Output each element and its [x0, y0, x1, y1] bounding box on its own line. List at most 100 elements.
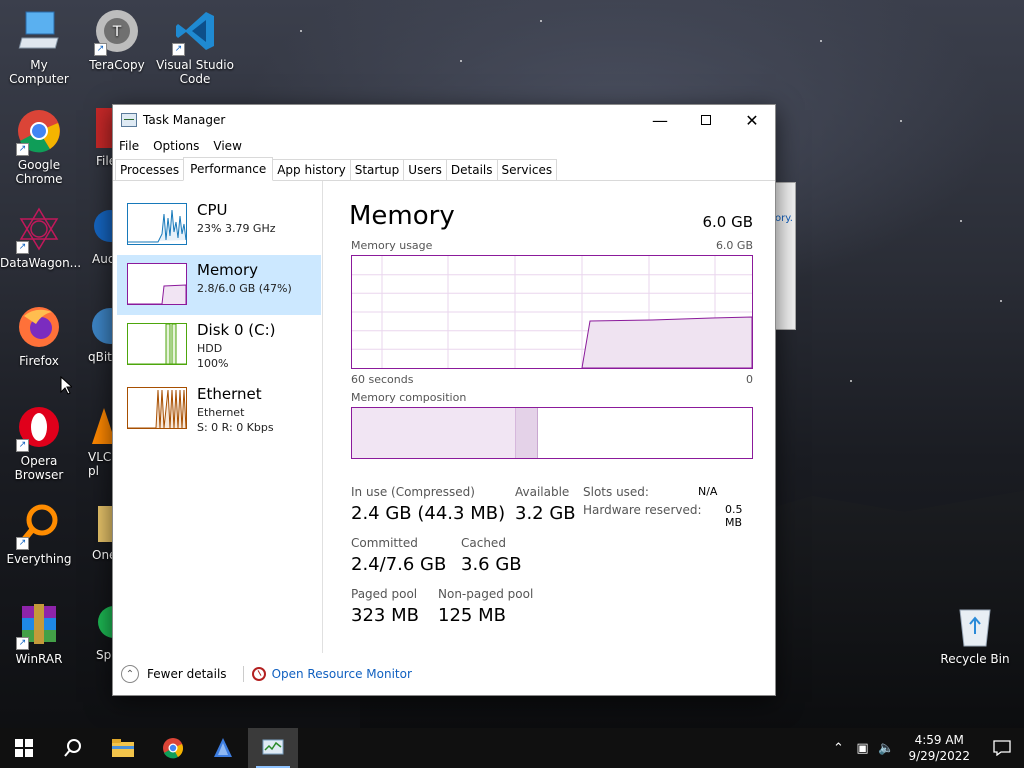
qbittorrent-icon: [88, 304, 112, 350]
taskbar-chrome[interactable]: [148, 728, 198, 768]
window-title: Task Manager: [143, 113, 226, 127]
slots-used-label: Slots used:: [583, 485, 649, 499]
chevron-up-icon[interactable]: ⌃: [121, 665, 139, 683]
maximize-button[interactable]: [683, 105, 729, 135]
title-bar[interactable]: Task Manager — ✕: [113, 105, 775, 135]
hardware-reserved-value: 0.5 MB: [725, 503, 743, 529]
desktop-icon-qbittorrent[interactable]: qBitt: [78, 304, 112, 364]
audio-app-icon: [92, 206, 112, 252]
windows-start-icon: [15, 739, 33, 757]
teracopy-icon: T ↗: [94, 8, 140, 56]
paged-pool-value: 323 MB: [351, 605, 419, 626]
in-use-value: 2.4 GB (44.3 MB): [351, 503, 506, 524]
taskbar-file-explorer[interactable]: [98, 728, 148, 768]
taskbar-app[interactable]: [198, 728, 248, 768]
memory-composition-label: Memory composition: [351, 391, 467, 404]
desktop-icon-my-computer[interactable]: My Computer: [0, 8, 78, 86]
notification-icon: [993, 740, 1011, 756]
desktop-icon-vscode[interactable]: ↗ Visual Studio Code: [156, 8, 234, 86]
start-button[interactable]: [0, 728, 48, 768]
resource-monitor-icon: [251, 667, 266, 681]
resource-sidebar: CPU 23% 3.79 GHz Memory 2.8/6.0 GB (47%)…: [113, 181, 323, 653]
tab-processes[interactable]: Processes: [115, 159, 185, 180]
desktop-icon-file[interactable]: File: [78, 108, 112, 168]
hardware-reserved-label: Hardware reserved:: [583, 503, 702, 517]
search-icon: [64, 739, 81, 757]
network-icon[interactable]: ▣: [850, 741, 874, 756]
file-app-icon: [96, 108, 112, 154]
tab-startup[interactable]: Startup: [349, 159, 405, 180]
sidebar-item-memory[interactable]: Memory 2.8/6.0 GB (47%): [117, 255, 321, 315]
tab-users[interactable]: Users: [403, 159, 447, 180]
desktop-icon-winrar[interactable]: ↗ WinRAR: [0, 602, 78, 666]
composition-in-use: [352, 408, 516, 458]
minimize-icon: —: [652, 110, 668, 130]
app-icon: [214, 738, 232, 757]
desktop-icon-audio[interactable]: Audi: [78, 206, 112, 266]
fewer-details-button[interactable]: Fewer details: [147, 667, 227, 681]
memory-usage-graph: [351, 255, 753, 369]
taskbar-task-manager[interactable]: [248, 728, 298, 768]
performance-panel: CPU 23% 3.79 GHz Memory 2.8/6.0 GB (47%)…: [113, 181, 775, 653]
tab-app-history[interactable]: App history: [272, 159, 351, 180]
sidebar-disk-usage: 100%: [197, 357, 229, 370]
menu-bar: File Options View: [113, 135, 775, 157]
desktop-icon-firefox[interactable]: Firefox: [0, 304, 78, 368]
action-center-button[interactable]: [980, 728, 1024, 768]
desktop-icon-opera[interactable]: ↗ Opera Browser: [0, 404, 78, 482]
menu-view[interactable]: View: [213, 139, 241, 153]
maximize-icon: [701, 115, 711, 125]
memory-usage-label: Memory usage: [351, 239, 433, 252]
tab-strip: Processes Performance App history Startu…: [113, 157, 775, 181]
clock-date: 9/29/2022: [908, 749, 970, 763]
sidebar-item-ethernet[interactable]: Ethernet Ethernet S: 0 R: 0 Kbps: [117, 379, 321, 439]
close-button[interactable]: ✕: [729, 105, 775, 135]
volume-icon[interactable]: 🔈: [874, 741, 898, 756]
sidebar-item-disk[interactable]: Disk 0 (C:) HDD 100%: [117, 315, 321, 375]
vlc-icon: [88, 404, 112, 450]
sidebar-ethernet-name: Ethernet: [197, 385, 262, 403]
sidebar-ethernet-adapter: Ethernet: [197, 406, 245, 419]
chevron-up-icon[interactable]: ⌃: [826, 741, 850, 756]
committed-value: 2.4/7.6 GB: [351, 554, 447, 575]
task-manager-window[interactable]: Task Manager — ✕ File Options View Proce…: [112, 104, 776, 696]
sidebar-disk-name: Disk 0 (C:): [197, 321, 276, 339]
sidebar-disk-type: HDD: [197, 342, 223, 355]
sidebar-memory-usage: 2.8/6.0 GB (47%): [197, 282, 292, 295]
footer-divider: [242, 666, 244, 682]
desktop-icon-chrome[interactable]: ↗ Google Chrome: [0, 108, 78, 186]
sidebar-item-cpu[interactable]: CPU 23% 3.79 GHz: [117, 195, 321, 255]
winrar-icon: ↗: [16, 602, 62, 650]
tab-services[interactable]: Services: [496, 159, 558, 180]
computer-icon: [16, 8, 62, 54]
clock[interactable]: 4:59 AM 9/29/2022: [898, 732, 980, 764]
committed-label: Committed: [351, 536, 418, 550]
memory-heading: Memory: [349, 201, 455, 231]
search-button[interactable]: [48, 728, 98, 768]
menu-options[interactable]: Options: [153, 139, 199, 153]
non-paged-pool-value: 125 MB: [438, 605, 506, 626]
graph-axis-right: 0: [746, 373, 753, 386]
desktop-icon-datawagon[interactable]: ↗ DataWagon...: [0, 206, 81, 270]
desktop-icon-teracopy[interactable]: T ↗ TeraCopy: [78, 8, 156, 72]
cached-value: 3.6 GB: [461, 554, 522, 575]
menu-file[interactable]: File: [119, 139, 139, 153]
desktop-icon-recycle-bin[interactable]: Recycle Bin: [936, 602, 1014, 666]
open-resource-monitor-link[interactable]: Open Resource Monitor: [272, 667, 412, 681]
file-explorer-icon: [112, 739, 134, 757]
desktop-icon-onenote[interactable]: One: [78, 502, 112, 562]
cached-label: Cached: [461, 536, 506, 550]
slots-used-value: N/A: [698, 485, 718, 498]
memory-detail-panel: Memory 6.0 GB Memory usage 6.0 GB 60 sec…: [349, 181, 755, 653]
available-value: 3.2 GB: [515, 503, 576, 524]
taskbar: ⌃ ▣ 🔈 4:59 AM 9/29/2022: [0, 728, 1024, 768]
paged-pool-label: Paged pool: [351, 587, 418, 601]
tab-performance[interactable]: Performance: [183, 157, 274, 181]
tab-details[interactable]: Details: [445, 159, 498, 180]
cpu-sparkline: [127, 203, 187, 245]
desktop-icon-spotify[interactable]: Sp: [78, 602, 112, 662]
minimize-button[interactable]: —: [637, 105, 683, 135]
desktop-icon-everything[interactable]: ↗ Everything: [0, 502, 78, 566]
task-manager-icon: [262, 739, 284, 755]
desktop-icon-vlc[interactable]: VLC pl: [78, 404, 112, 478]
